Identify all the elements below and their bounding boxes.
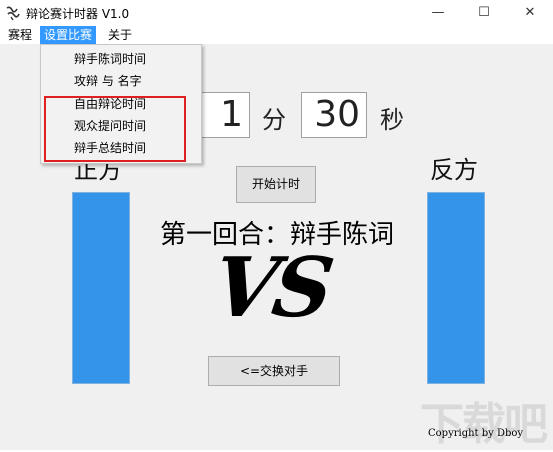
minutes-unit-label: 分	[262, 106, 286, 134]
minimize-button[interactable]: —	[415, 0, 461, 26]
vs-graphic: VS	[207, 240, 336, 336]
app-window: 辩论赛计时器 V1.0 — ☐ ✕ 赛程 设置比赛 关于 辩手陈词时间 攻辩 与…	[0, 0, 553, 450]
menu-item-cross-exam-names[interactable]: 攻辩 与 名字	[74, 70, 142, 92]
affirmative-time-bar	[72, 192, 130, 384]
copyright-label: Copyright by Dboy	[428, 428, 524, 439]
title-bar[interactable]: 辩论赛计时器 V1.0 — ☐ ✕	[0, 0, 553, 26]
seconds-unit-label: 秒	[380, 106, 404, 134]
watermark: 下载吧	[420, 399, 548, 450]
settings-dropdown-menu: 辩手陈词时间 攻辩 与 名字 自由辩论时间 观众提问时间 辩手总结时间	[40, 44, 202, 164]
swap-opponents-button[interactable]: <=交换对手	[208, 356, 340, 386]
maximize-button[interactable]: ☐	[461, 0, 507, 26]
negative-side-label: 反方	[430, 156, 478, 184]
menu-item-audience-question-time[interactable]: 观众提问时间	[74, 115, 146, 137]
app-logo-icon	[6, 6, 20, 21]
menu-item-free-debate-time[interactable]: 自由辩论时间	[74, 93, 146, 115]
menu-bar: 赛程 设置比赛 关于	[0, 26, 553, 44]
start-timer-button[interactable]: 开始计时	[236, 166, 316, 203]
menu-schedule[interactable]: 赛程	[4, 26, 36, 44]
menu-about[interactable]: 关于	[104, 26, 136, 44]
menu-settings[interactable]: 设置比赛	[40, 26, 97, 44]
window-title: 辩论赛计时器 V1.0	[26, 7, 130, 21]
negative-time-bar	[427, 192, 485, 384]
menu-item-summary-time[interactable]: 辩手总结时间	[74, 137, 146, 159]
seconds-display: 30	[301, 92, 367, 138]
menu-item-statement-time[interactable]: 辩手陈词时间	[74, 48, 146, 70]
minutes-display: 1	[200, 92, 250, 138]
close-button[interactable]: ✕	[507, 0, 553, 26]
